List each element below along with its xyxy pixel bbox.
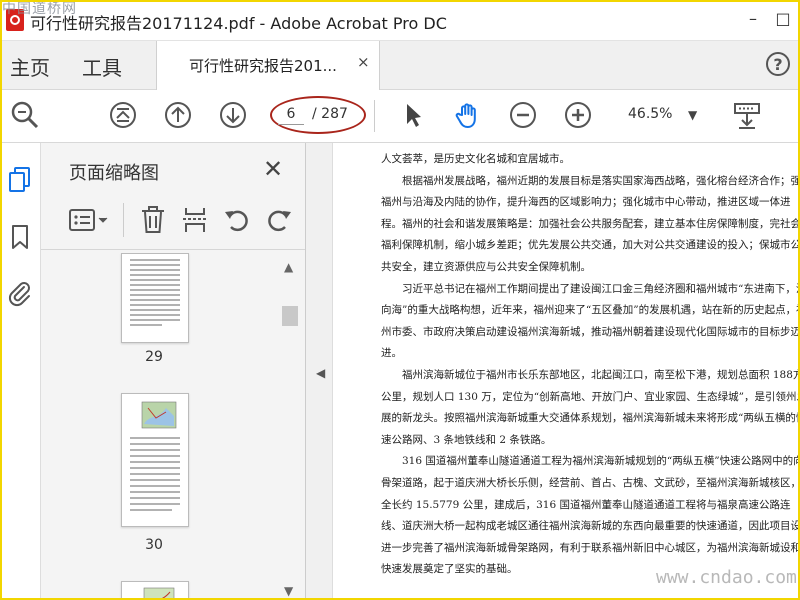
select-cursor-icon[interactable] — [398, 100, 428, 130]
thumbnail-list: 29 30 — [41, 253, 281, 600]
zoom-search-icon[interactable] — [10, 100, 40, 130]
title-bar: 可行性研究报告20171124.pdf - Adobe Acrobat Pro … — [0, 0, 800, 41]
zoom-dropdown-icon[interactable]: ▼ — [688, 108, 697, 122]
tab-close-button[interactable]: × — [357, 53, 370, 71]
rotate-right-icon[interactable] — [265, 205, 293, 239]
insert-pages-icon[interactable] — [181, 205, 209, 239]
zoom-value: 46.5% — [628, 106, 673, 122]
paragraph: 福州滨海新城位于福州市长乐东部地区，北起闽江口，南至松下港，规划总面积 188方… — [381, 368, 800, 446]
thumbnail-label-30: 30 — [145, 537, 163, 553]
minimize-button[interactable]: – — [742, 8, 764, 30]
scroll-down-icon[interactable]: ▼ — [284, 584, 293, 598]
maximize-button[interactable]: □ — [772, 8, 794, 30]
thumbnail-page-30[interactable] — [121, 393, 189, 527]
rotate-left-icon[interactable] — [223, 205, 251, 239]
paragraph: 根据福州发展战略，福州近期的发展目标是落实国家海西战略，强化榕台经济合作；强福州… — [381, 174, 800, 273]
menu-tools[interactable]: 工具 — [82, 52, 122, 81]
page-thumbnails-icon[interactable] — [6, 165, 34, 193]
document-tab-label: 可行性研究报告201... — [189, 57, 337, 75]
document-view[interactable]: 人文荟萃，是历史文化名城和宜居城市。 根据福州发展战略，福州近期的发展目标是落实… — [333, 143, 800, 600]
next-page-icon[interactable] — [218, 100, 248, 130]
thumbnails-panel: 页面缩略图 ✕ 29 30 — [41, 143, 306, 600]
menu-home[interactable]: 主页 — [10, 52, 50, 81]
toolbar-divider — [374, 100, 375, 132]
hand-tool-icon[interactable] — [453, 100, 483, 130]
scrollbar-thumb[interactable] — [282, 306, 298, 326]
keyboard-scroll-icon[interactable] — [732, 100, 762, 130]
page-number-input[interactable]: 6 — [278, 106, 304, 125]
paragraph: 习近平总书记在福州工作期间提出了建设闽江口金三角经济圈和福州城市“东进南下，江向… — [381, 282, 800, 360]
menu-bar: 主页 工具 — [0, 41, 800, 90]
page-total: / 287 — [312, 106, 348, 122]
document-text: 人文荟萃，是历史文化名城和宜居城市。 根据福州发展战略，福州近期的发展目标是落实… — [381, 143, 800, 581]
watermark-top: 中国道桥网 — [2, 1, 77, 17]
panel-toolbar — [65, 203, 305, 239]
previous-page-icon[interactable] — [163, 100, 193, 130]
panel-close-button[interactable]: ✕ — [263, 155, 283, 183]
window-title: 可行性研究报告20171124.pdf - Adobe Acrobat Pro … — [30, 14, 447, 33]
zoom-in-icon[interactable] — [563, 100, 593, 130]
bookmark-icon[interactable] — [6, 223, 34, 251]
first-page-icon[interactable] — [108, 100, 138, 130]
thumbnail-label-29: 29 — [145, 349, 163, 365]
left-rail — [0, 143, 41, 600]
thumbnail-page-29[interactable] — [121, 253, 189, 343]
watermark-bottom: www.cndao.com — [656, 567, 797, 588]
document-tab[interactable]: 可行性研究报告201... × — [156, 41, 380, 90]
panel-divider — [41, 249, 305, 250]
scroll-up-icon[interactable]: ▲ — [284, 260, 293, 274]
panel-title: 页面缩略图 — [69, 163, 159, 184]
attachment-icon[interactable] — [6, 279, 34, 307]
paragraph: 316 国道福州董奉山隧道通道工程为福州滨海新城规划的“两纵五横”快速公路网中的… — [381, 455, 800, 576]
thumbnail-page-31[interactable] — [121, 581, 189, 600]
help-button[interactable]: ? — [766, 52, 790, 76]
delete-pages-icon[interactable] — [139, 205, 167, 239]
collapse-panel-icon[interactable]: ◀ — [316, 366, 325, 380]
paragraph: 人文荟萃，是历史文化名城和宜居城市。 — [381, 153, 570, 165]
panel-tools-divider — [123, 203, 124, 237]
thumbnail-options-icon[interactable] — [69, 207, 109, 237]
zoom-out-icon[interactable] — [508, 100, 538, 130]
